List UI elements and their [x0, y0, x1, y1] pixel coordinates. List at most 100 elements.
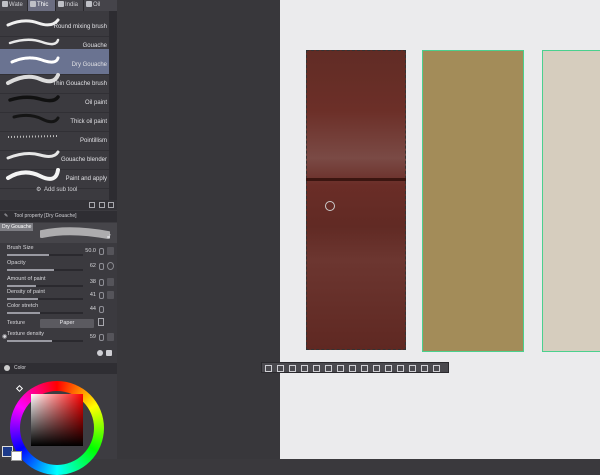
tab-icon — [58, 1, 64, 7]
pressure-icon[interactable] — [107, 333, 114, 341]
brush-stroke-preview — [12, 113, 60, 124]
property-slider[interactable] — [7, 312, 83, 314]
pressure-icon[interactable] — [107, 247, 114, 255]
add-sub-tool-button[interactable]: ⚙ Add sub tool — [0, 183, 109, 197]
color-wheel-icon — [4, 365, 10, 371]
property-label: Density of paint — [7, 289, 45, 295]
pressure-icon[interactable] — [107, 291, 114, 299]
tab-icon — [30, 1, 36, 7]
property-texture-density[interactable]: Texture density 59 — [0, 330, 117, 343]
tab-thick-paint[interactable]: Thic — [28, 0, 56, 11]
trash-icon[interactable] — [108, 202, 114, 208]
tab-oil[interactable]: Oil — [84, 0, 118, 11]
pressure-icon[interactable] — [107, 278, 114, 286]
color-panel-header: Color — [0, 363, 117, 374]
sub-tool-list: Round mixing brush Gouache Dry Gouache T… — [0, 11, 109, 200]
brush-stroke-preview — [8, 95, 60, 103]
gear-icon: ⚙ — [36, 187, 42, 193]
clear-icon[interactable] — [325, 365, 332, 372]
property-label: Color stretch — [7, 303, 39, 309]
brush-preview-stroke — [40, 227, 110, 239]
tab-india-ink[interactable]: India — [56, 0, 84, 11]
wrench-icon: ✎ — [4, 213, 9, 219]
spinner-icon[interactable] — [99, 248, 104, 255]
paste-icon[interactable] — [361, 365, 368, 372]
property-label: Amount of paint — [7, 276, 46, 282]
sub-color-swatch[interactable] — [11, 451, 22, 461]
deselect-icon[interactable] — [265, 365, 272, 372]
brush-stroke-preview — [7, 135, 59, 138]
brush-stroke-preview — [10, 56, 60, 64]
brush-stroke-preview — [6, 73, 60, 85]
spinner-icon[interactable] — [99, 334, 104, 341]
brush-stroke-preview — [6, 150, 60, 160]
property-value: 59 — [89, 334, 96, 340]
expand-icon[interactable] — [301, 365, 308, 372]
invert-icon[interactable] — [289, 365, 296, 372]
tan-paint-swatch[interactable] — [422, 50, 524, 352]
tab-label: Wate — [9, 2, 23, 8]
fill-selection-icon[interactable] — [421, 365, 428, 372]
property-slider[interactable] — [7, 298, 83, 300]
slider-fill — [7, 340, 52, 342]
property-label: Brush Size — [7, 245, 34, 251]
sub-tool-bottom-bar — [0, 200, 117, 210]
copy-icon[interactable] — [349, 365, 356, 372]
brush-stroke-preview — [8, 38, 60, 46]
spinner-icon[interactable] — [99, 292, 104, 299]
tab-icon — [86, 1, 92, 7]
property-amount-of-paint[interactable]: Amount of paint 38 — [0, 275, 117, 288]
duplicate-icon[interactable] — [89, 202, 95, 208]
property-brush-size[interactable]: Brush Size 50.0 — [0, 244, 117, 257]
color-header-label: Color — [14, 365, 26, 371]
trash-icon[interactable] — [98, 318, 104, 326]
slider-fill — [7, 254, 49, 256]
scale-icon[interactable] — [385, 365, 392, 372]
tab-icon — [2, 1, 8, 7]
property-slider[interactable] — [7, 340, 83, 342]
slider-fill — [7, 285, 36, 287]
spinner-icon[interactable] — [99, 263, 104, 270]
flip-icon[interactable] — [397, 365, 404, 372]
paper-fold-line — [306, 178, 406, 181]
property-value: 62 — [89, 263, 96, 269]
selection-launcher-bar — [261, 362, 449, 373]
wrench-icon[interactable] — [106, 350, 112, 356]
lock-icon[interactable]: 🔓︎ — [107, 234, 111, 241]
slider-fill — [7, 269, 55, 271]
beige-paint-swatch[interactable] — [542, 50, 600, 352]
link-icon[interactable] — [107, 262, 114, 270]
property-slider[interactable] — [7, 269, 83, 271]
property-value: 41 — [89, 292, 96, 298]
new-sub-tool-icon[interactable] — [99, 202, 105, 208]
property-slider[interactable] — [7, 254, 83, 256]
spinner-icon[interactable] — [99, 306, 104, 313]
property-value: 50.0 — [85, 248, 96, 254]
slider-fill — [7, 298, 39, 300]
tab-watercolor[interactable]: Wate — [0, 0, 28, 11]
spinner-icon[interactable] — [99, 279, 104, 286]
sub-tool-scrollbar[interactable] — [109, 11, 117, 200]
property-slider[interactable] — [7, 285, 83, 287]
brush-label: Paint and apply — [65, 176, 107, 182]
settings-icon[interactable] — [433, 365, 440, 372]
select-area-icon[interactable] — [409, 365, 416, 372]
property-color-stretch[interactable]: Color stretch 44 — [0, 302, 117, 315]
eye-icon[interactable]: ◉ — [2, 333, 7, 340]
shrink-icon[interactable] — [313, 365, 320, 372]
property-opacity[interactable]: Opacity 62 — [0, 259, 117, 272]
property-label: Opacity — [7, 260, 26, 266]
texture-select[interactable]: Paper — [40, 319, 94, 328]
red-paint-swatch[interactable] — [306, 50, 406, 350]
slider-fill — [7, 312, 41, 314]
tab-label: India — [65, 2, 79, 8]
settings-icon[interactable] — [97, 350, 103, 356]
texture-label: Texture — [7, 320, 26, 326]
tab-label: Thic — [37, 2, 49, 8]
brush-stroke-preview — [6, 18, 60, 27]
saturation-value-square[interactable] — [31, 394, 83, 446]
crop-icon[interactable] — [277, 365, 284, 372]
transform-icon[interactable] — [373, 365, 380, 372]
property-density-of-paint[interactable]: Density of paint 41 — [0, 288, 117, 301]
fill-icon[interactable] — [337, 365, 344, 372]
